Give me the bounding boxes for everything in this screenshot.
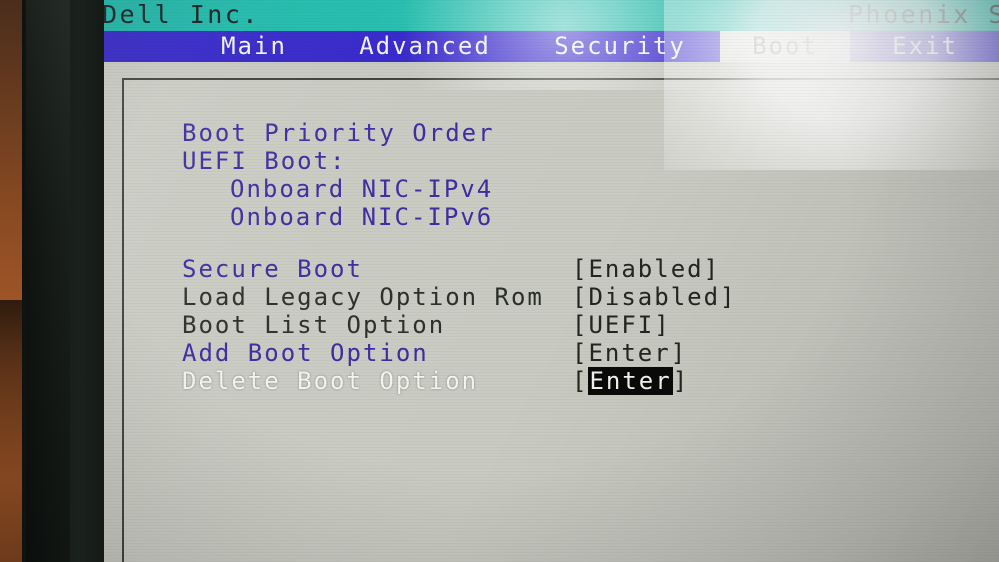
value-text: Disabled [588, 283, 721, 311]
vendor-name: Dell Inc. [104, 0, 260, 29]
bezel-highlight [26, 0, 70, 562]
menu-tab-security[interactable]: Security [520, 31, 720, 62]
setting-value-load-legacy-option-rom[interactable]: [Disabled] [572, 284, 737, 310]
bios-brand-name: Phoenix Se [848, 0, 999, 29]
value-bracket-open: [ [572, 311, 589, 339]
value-bracket-close: ] [720, 283, 737, 311]
setting-label-boot-list-option[interactable]: Boot List Option [182, 312, 445, 338]
value-text: Enter [588, 339, 671, 367]
setting-label-load-legacy-option-rom[interactable]: Load Legacy Option Rom [182, 284, 544, 310]
setting-value-delete-boot-option[interactable]: [Enter] [572, 367, 690, 395]
menu-tab-advanced[interactable]: Advanced [330, 31, 520, 62]
value-bracket-close: ] [670, 339, 688, 367]
content-panel: Boot Priority Order UEFI Boot: Onboard N… [122, 78, 999, 562]
value-bracket-close: ] [672, 367, 690, 395]
value-bracket-open: [ [572, 339, 589, 367]
value-bracket-close: ] [654, 311, 671, 339]
value-bracket-open: [ [572, 367, 589, 395]
setting-label-delete-boot-option[interactable]: Delete Boot Option [182, 368, 478, 394]
boot-priority-order-heading: Boot Priority Order [182, 119, 495, 147]
menu-tab-main[interactable]: Main [178, 31, 330, 62]
value-text: Enabled [588, 255, 704, 283]
menu-tab-boot[interactable]: Boot [720, 31, 850, 62]
value-bracket-open: [ [572, 255, 589, 283]
setting-value-secure-boot[interactable]: [Enabled] [572, 256, 720, 282]
setting-value-boot-list-option[interactable]: [UEFI] [572, 312, 671, 338]
setting-label-secure-boot[interactable]: Secure Boot [182, 256, 363, 282]
boot-device-item[interactable]: Onboard NIC-IPv4 [230, 176, 493, 202]
value-text: Enter [588, 367, 673, 395]
uefi-boot-group-label: UEFI Boot: [182, 147, 347, 175]
value-bracket-close: ] [703, 255, 721, 283]
boot-device-item[interactable]: Onboard NIC-IPv6 [230, 204, 493, 230]
menu-tab-exit[interactable]: Exit [850, 31, 999, 62]
bios-screen: Dell Inc. Phoenix Se MainAdvancedSecurit… [104, 0, 999, 562]
setting-value-add-boot-option[interactable]: [Enter] [572, 340, 687, 366]
monitor-photograph: Dell Inc. Phoenix Se MainAdvancedSecurit… [0, 0, 999, 562]
value-text: UEFI [588, 311, 655, 339]
value-bracket-open: [ [572, 283, 589, 311]
setting-label-add-boot-option[interactable]: Add Boot Option [182, 340, 429, 366]
content-area: Boot Priority Order UEFI Boot: Onboard N… [104, 62, 999, 562]
